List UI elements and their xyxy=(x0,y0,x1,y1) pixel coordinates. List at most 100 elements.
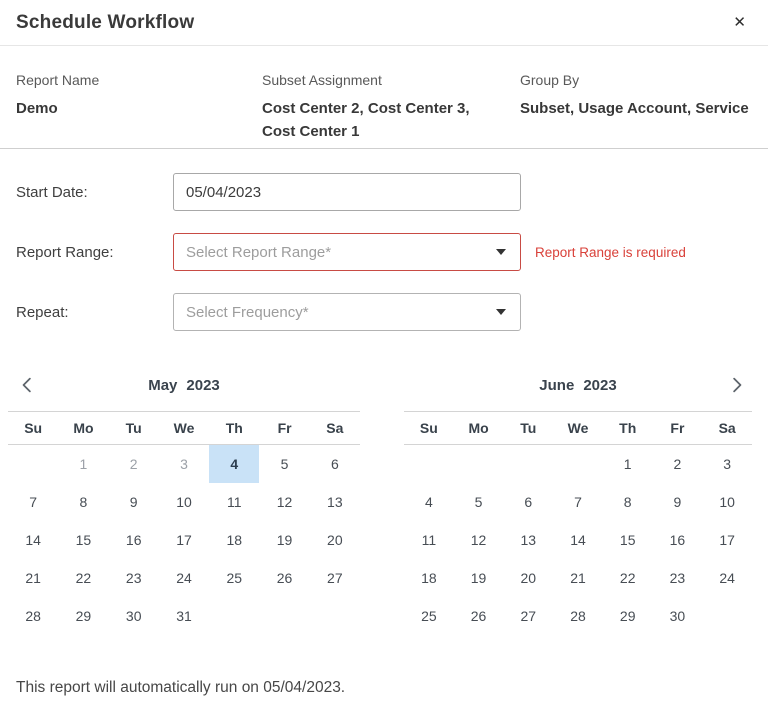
calendar-day-may-20[interactable]: 20 xyxy=(310,521,360,559)
calendar-day-june-13[interactable]: 13 xyxy=(503,521,553,559)
calendar-day-may-1[interactable]: 1 xyxy=(58,445,108,483)
calendar-day-june-16[interactable]: 16 xyxy=(653,521,703,559)
calendar-day-may-7[interactable]: 7 xyxy=(8,483,58,521)
calendar-day-june-22[interactable]: 22 xyxy=(603,559,653,597)
report-range-select[interactable]: Select Report Range* xyxy=(173,233,521,271)
report-name-label: Report Name xyxy=(16,72,262,88)
calendar-day-june-27[interactable]: 27 xyxy=(503,597,553,635)
close-icon[interactable]: ✕ xyxy=(727,11,752,34)
calendar-day-may-6[interactable]: 6 xyxy=(310,445,360,483)
calendar-may-title: May 2023 xyxy=(148,377,220,394)
calendar-day-may-18[interactable]: 18 xyxy=(209,521,259,559)
calendar-day-may-10[interactable]: 10 xyxy=(159,483,209,521)
calendar-day-may-24[interactable]: 24 xyxy=(159,559,209,597)
calendar-empty-cell xyxy=(209,597,259,635)
calendar-day-june-21[interactable]: 21 xyxy=(553,559,603,597)
month-name: June xyxy=(539,377,574,394)
calendar-day-may-27[interactable]: 27 xyxy=(310,559,360,597)
summary-group-by: Group By Subset, Usage Account, Service xyxy=(520,72,752,148)
calendar-day-june-19[interactable]: 19 xyxy=(454,559,504,597)
calendar-day-may-3[interactable]: 3 xyxy=(159,445,209,483)
calendar-day-june-23[interactable]: 23 xyxy=(653,559,703,597)
year: 2023 xyxy=(583,377,616,394)
calendar-day-may-25[interactable]: 25 xyxy=(209,559,259,597)
schedule-form: Start Date: Report Range: Select Report … xyxy=(0,149,768,331)
calendar-day-may-4[interactable]: 4 xyxy=(209,445,259,483)
dialog-title: Schedule Workflow xyxy=(16,12,194,34)
calendar-day-may-15[interactable]: 15 xyxy=(58,521,108,559)
calendar-day-may-28[interactable]: 28 xyxy=(8,597,58,635)
calendar-day-june-14[interactable]: 14 xyxy=(553,521,603,559)
calendar-may: May 2023 SuMoTuWeThFrSa 1234567891011121… xyxy=(8,359,360,635)
calendar-day-june-3[interactable]: 3 xyxy=(702,445,752,483)
repeat-row: Repeat: Select Frequency* xyxy=(16,293,752,331)
calendar-day-june-24[interactable]: 24 xyxy=(702,559,752,597)
calendar-day-june-30[interactable]: 30 xyxy=(653,597,703,635)
group-by-value: Subset, Usage Account, Service xyxy=(520,100,749,117)
calendar-day-june-12[interactable]: 12 xyxy=(454,521,504,559)
dialog-header: Schedule Workflow ✕ xyxy=(0,0,768,46)
calendar-day-june-17[interactable]: 17 xyxy=(702,521,752,559)
calendar-day-june-2[interactable]: 2 xyxy=(653,445,703,483)
calendar-day-june-15[interactable]: 15 xyxy=(603,521,653,559)
calendar-may-day-headers: SuMoTuWeThFrSa xyxy=(8,411,360,445)
day-header-we: We xyxy=(159,420,209,436)
calendar-day-june-6[interactable]: 6 xyxy=(503,483,553,521)
day-header-mo: Mo xyxy=(58,420,108,436)
report-range-label: Report Range: xyxy=(16,244,173,261)
calendar-day-june-18[interactable]: 18 xyxy=(404,559,454,597)
calendar-empty-cell xyxy=(404,445,454,483)
day-header-fr: Fr xyxy=(653,420,703,436)
calendar-june-grid: 1234567891011121314151617181920212223242… xyxy=(404,445,752,635)
calendar-day-may-23[interactable]: 23 xyxy=(109,559,159,597)
calendar-day-may-5[interactable]: 5 xyxy=(259,445,309,483)
calendar-may-header: May 2023 xyxy=(8,359,360,411)
calendar-day-may-14[interactable]: 14 xyxy=(8,521,58,559)
calendar-day-may-30[interactable]: 30 xyxy=(109,597,159,635)
calendar-day-may-13[interactable]: 13 xyxy=(310,483,360,521)
calendar-day-may-29[interactable]: 29 xyxy=(58,597,108,635)
calendar-day-june-11[interactable]: 11 xyxy=(404,521,454,559)
repeat-select[interactable]: Select Frequency* xyxy=(173,293,521,331)
calendar-day-june-26[interactable]: 26 xyxy=(454,597,504,635)
calendar-day-may-26[interactable]: 26 xyxy=(259,559,309,597)
calendar-day-may-19[interactable]: 19 xyxy=(259,521,309,559)
calendar-day-june-25[interactable]: 25 xyxy=(404,597,454,635)
calendar-day-may-9[interactable]: 9 xyxy=(109,483,159,521)
report-range-row: Report Range: Select Report Range* Repor… xyxy=(16,233,752,271)
calendar-june-title: June 2023 xyxy=(539,377,616,394)
calendar-day-june-9[interactable]: 9 xyxy=(653,483,703,521)
calendar-day-may-22[interactable]: 22 xyxy=(58,559,108,597)
calendar-may-grid: 1234567891011121314151617181920212223242… xyxy=(8,445,360,635)
calendar-day-june-8[interactable]: 8 xyxy=(603,483,653,521)
calendar-day-may-12[interactable]: 12 xyxy=(259,483,309,521)
calendar-day-may-17[interactable]: 17 xyxy=(159,521,209,559)
start-date-input[interactable] xyxy=(173,173,521,211)
calendar-day-june-29[interactable]: 29 xyxy=(603,597,653,635)
calendar-day-may-11[interactable]: 11 xyxy=(209,483,259,521)
calendar-day-may-8[interactable]: 8 xyxy=(58,483,108,521)
calendar-day-june-10[interactable]: 10 xyxy=(702,483,752,521)
auto-run-note: This report will automatically run on 05… xyxy=(0,679,768,697)
prev-month-icon[interactable] xyxy=(18,374,37,396)
calendar-day-june-20[interactable]: 20 xyxy=(503,559,553,597)
calendar-empty-cell xyxy=(259,597,309,635)
year: 2023 xyxy=(186,377,219,394)
calendar-day-june-5[interactable]: 5 xyxy=(454,483,504,521)
calendar-day-may-2[interactable]: 2 xyxy=(109,445,159,483)
calendar-day-may-16[interactable]: 16 xyxy=(109,521,159,559)
calendar-day-may-21[interactable]: 21 xyxy=(8,559,58,597)
calendar-day-june-7[interactable]: 7 xyxy=(553,483,603,521)
report-name-value: Demo xyxy=(16,100,58,117)
day-header-sa: Sa xyxy=(702,420,752,436)
calendar-day-june-1[interactable]: 1 xyxy=(603,445,653,483)
day-header-su: Su xyxy=(404,420,454,436)
calendar-day-june-4[interactable]: 4 xyxy=(404,483,454,521)
calendar-day-may-31[interactable]: 31 xyxy=(159,597,209,635)
next-month-icon[interactable] xyxy=(727,374,746,396)
calendar-june: June 2023 SuMoTuWeThFrSa 123456789101112… xyxy=(404,359,752,635)
calendar-day-june-28[interactable]: 28 xyxy=(553,597,603,635)
calendar-empty-cell xyxy=(454,445,504,483)
repeat-placeholder: Select Frequency* xyxy=(186,304,309,321)
day-header-mo: Mo xyxy=(454,420,504,436)
